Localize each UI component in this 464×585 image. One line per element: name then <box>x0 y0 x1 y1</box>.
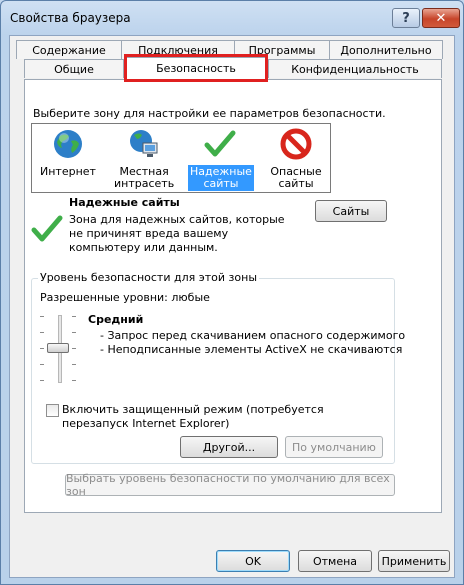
zones-list[interactable]: Интернет Местная интрасеть Надежные сайт… <box>31 123 331 193</box>
window-title: Свойства браузера <box>10 11 131 25</box>
slider-tick <box>72 380 76 381</box>
security-level-name: Средний <box>88 313 144 326</box>
security-level-item: - Запрос перед скачиванием опасного соде… <box>100 329 406 342</box>
security-level-slider-thumb[interactable] <box>47 343 69 353</box>
tab-general[interactable]: Общие <box>24 59 124 78</box>
zone-restricted-sites[interactable]: Опасные сайты <box>264 127 328 191</box>
security-panel: Выберите зону для настройки ее параметро… <box>24 79 442 513</box>
browser-properties-window: Свойства браузера ? ✕ Содержание Подключ… <box>0 0 464 585</box>
tab-advanced[interactable]: Дополнительно <box>329 40 443 59</box>
tab-content[interactable]: Содержание <box>16 40 122 59</box>
zone-intranet-label: Местная интрасеть <box>114 165 175 190</box>
zone-restricted-label: Опасные сайты <box>270 165 322 190</box>
dialog-client: Содержание Подключения Программы Дополни… <box>9 35 455 578</box>
allowed-levels-label: Разрешенные уровни: любые <box>40 291 210 304</box>
zone-internet-label: Интернет <box>40 165 96 178</box>
sites-button[interactable]: Сайты <box>315 200 387 222</box>
slider-tick <box>72 332 76 333</box>
protected-mode-label[interactable]: Включить защищенный режим (потребуется п… <box>62 403 387 431</box>
tab-privacy[interactable]: Конфиденциальность <box>268 59 442 78</box>
restricted-icon <box>279 127 313 161</box>
trusted-zone-check-icon <box>31 213 63 245</box>
zone-prompt: Выберите зону для настройки ее параметро… <box>33 107 386 120</box>
title-bar[interactable]: Свойства браузера ? ✕ <box>1 1 463 35</box>
slider-tick <box>72 316 76 317</box>
ok-button[interactable]: OK <box>216 550 290 572</box>
default-level-button[interactable]: По умолчанию <box>285 436 383 458</box>
security-level-group: Уровень безопасности для этой зоны Разре… <box>31 271 405 464</box>
selected-zone-description: Зона для надежных сайтов, которые не при… <box>69 213 285 254</box>
close-button[interactable]: ✕ <box>422 8 460 28</box>
reset-all-zones-button[interactable]: Выбрать уровень безопасности по умолчани… <box>65 472 395 498</box>
checkmark-icon <box>203 127 237 161</box>
slider-tick <box>40 380 44 381</box>
selected-zone-title: Надежные сайты <box>69 196 180 209</box>
tab-security[interactable]: Безопасность <box>124 57 268 79</box>
security-level-item: - Неподписанные элементы ActiveX не скач… <box>100 343 403 356</box>
intranet-icon <box>127 127 161 161</box>
slider-tick <box>40 364 44 365</box>
zone-trusted-label: Надежные сайты <box>188 165 254 191</box>
help-button[interactable]: ? <box>392 8 420 28</box>
slider-tick <box>72 348 76 349</box>
slider-tick <box>40 332 44 333</box>
slider-tick <box>72 364 76 365</box>
cancel-button[interactable]: Отмена <box>298 550 372 572</box>
zone-trusted-sites[interactable]: Надежные сайты <box>188 127 254 191</box>
security-level-group-title: Уровень безопасности для этой зоны <box>38 271 259 284</box>
slider-tick <box>40 348 44 349</box>
protected-mode-checkbox[interactable] <box>46 404 59 417</box>
slider-tick <box>40 316 44 317</box>
custom-level-button[interactable]: Другой... <box>180 436 278 458</box>
zone-internet[interactable]: Интернет <box>36 127 100 191</box>
globe-icon <box>51 127 85 161</box>
zone-local-intranet[interactable]: Местная интрасеть <box>112 127 176 191</box>
apply-button[interactable]: Применить <box>378 550 450 572</box>
